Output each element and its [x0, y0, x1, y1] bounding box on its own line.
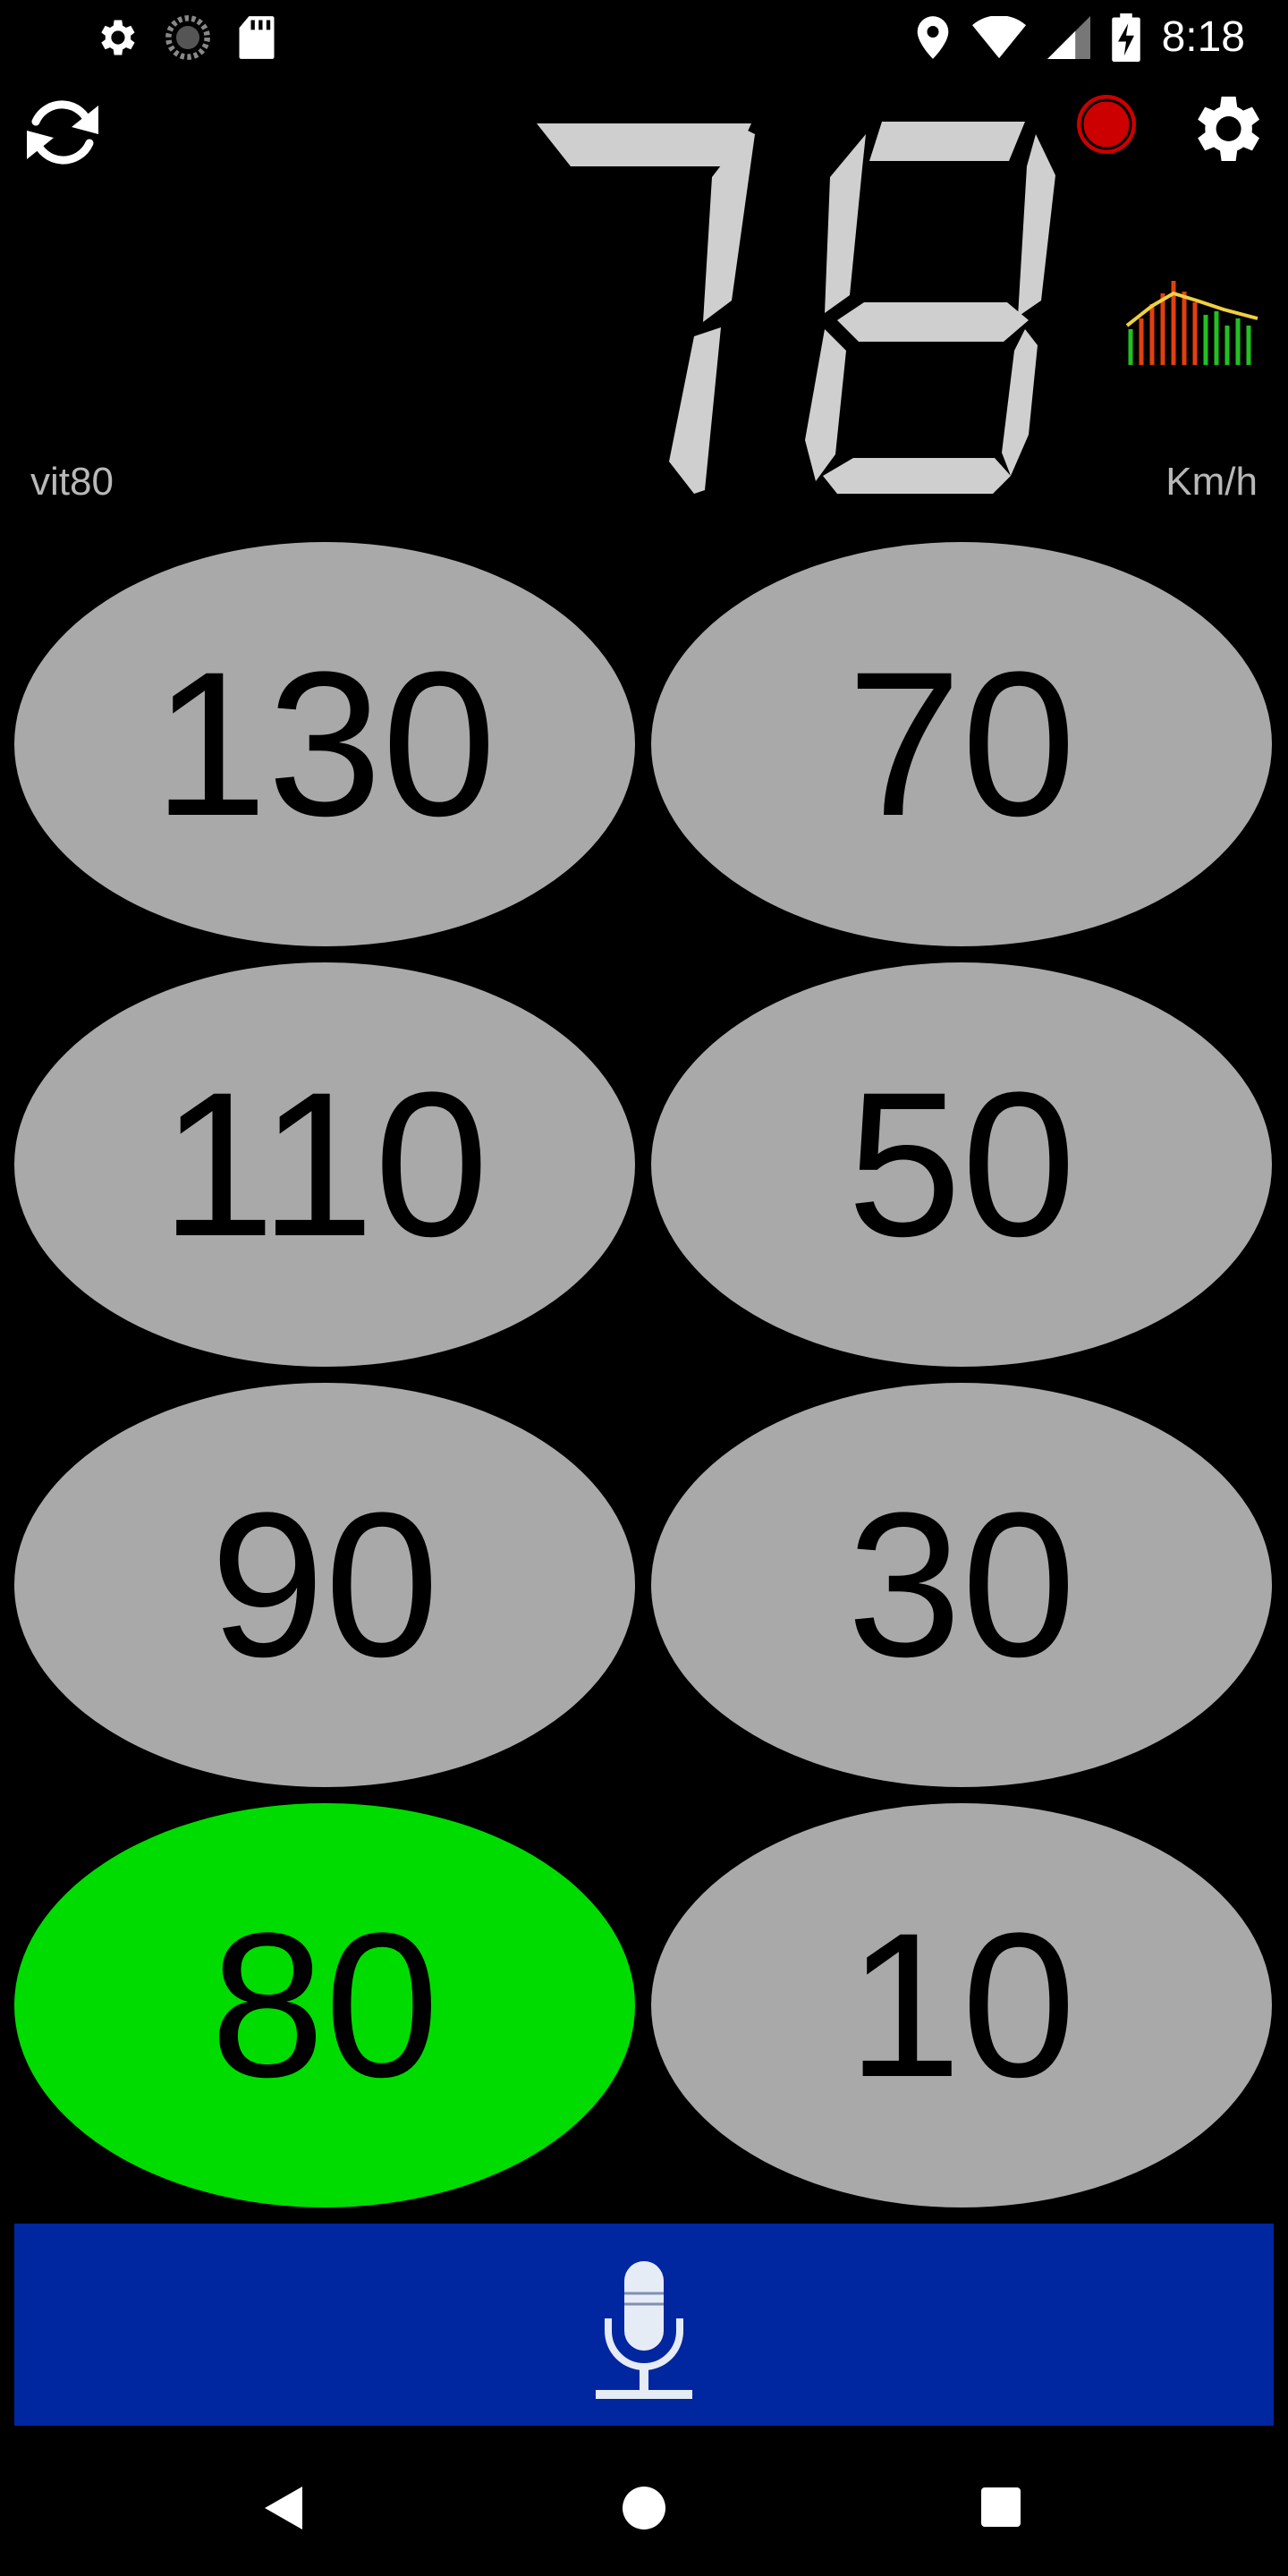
digit-7-lower-right-segment — [669, 327, 721, 494]
settings-gear-icon — [101, 20, 135, 55]
speed-graph-button[interactable] — [1125, 259, 1259, 367]
nav-home-button[interactable] — [619, 2483, 669, 2533]
limit-50-button[interactable]: 50 — [651, 962, 1272, 1367]
digit-8-top-segment — [869, 122, 1025, 161]
app-screen: 8:18 vit80 Km/h 130 70 110 50 90 30 80 1… — [0, 0, 1288, 2576]
record-icon — [1077, 95, 1136, 154]
location-pin-icon — [917, 16, 948, 59]
settings-gear-icon — [1198, 97, 1259, 161]
sync-spinner-icon — [165, 15, 210, 60]
home-icon — [623, 2487, 665, 2529]
status-time: 8:18 — [1161, 13, 1245, 61]
sd-card-icon — [239, 16, 275, 59]
voice-input-button[interactable] — [14, 2224, 1274, 2426]
speed-digits — [537, 122, 1055, 494]
microphone-icon — [596, 2261, 692, 2399]
nav-back-button[interactable] — [261, 2483, 306, 2533]
speed-unit-label: Km/h — [1165, 460, 1258, 504]
refresh-icon — [27, 100, 98, 165]
settings-button[interactable] — [1182, 86, 1268, 172]
nav-recent-apps-button[interactable] — [979, 2485, 1023, 2529]
digit-8-lower-right-segment — [1002, 329, 1038, 476]
limit-80-button[interactable]: 80 — [14, 1803, 635, 2207]
system-navigation-bar — [0, 2429, 1288, 2576]
record-button[interactable] — [1073, 91, 1140, 157]
digit-7-top-segment — [537, 123, 751, 166]
speed-graph-icon — [1125, 281, 1258, 365]
limit-30-button[interactable]: 30 — [651, 1383, 1272, 1787]
limit-90-button[interactable]: 90 — [14, 1383, 635, 1787]
limit-130-button[interactable]: 130 — [14, 542, 635, 946]
battery-charging-icon — [1111, 13, 1140, 62]
refresh-button[interactable] — [18, 88, 107, 177]
digit-8-upper-right-segment — [1018, 134, 1055, 317]
digit-8-middle-segment — [837, 302, 1029, 342]
digit-8-upper-left-segment — [825, 134, 866, 313]
wifi-icon — [971, 16, 1026, 59]
digit-8-lower-left-segment — [805, 329, 846, 481]
limit-110-button[interactable]: 110 — [14, 962, 635, 1367]
current-speed-display — [528, 107, 1082, 501]
digit-8-bottom-segment — [823, 458, 1011, 494]
limit-10-button[interactable]: 10 — [651, 1803, 1272, 2207]
signal-icon — [1046, 16, 1090, 59]
status-bar: 8:18 — [0, 0, 1288, 75]
back-icon — [265, 2487, 302, 2529]
limit-label: vit80 — [30, 460, 114, 504]
recent-apps-icon — [981, 2487, 1021, 2527]
limit-70-button[interactable]: 70 — [651, 542, 1272, 946]
